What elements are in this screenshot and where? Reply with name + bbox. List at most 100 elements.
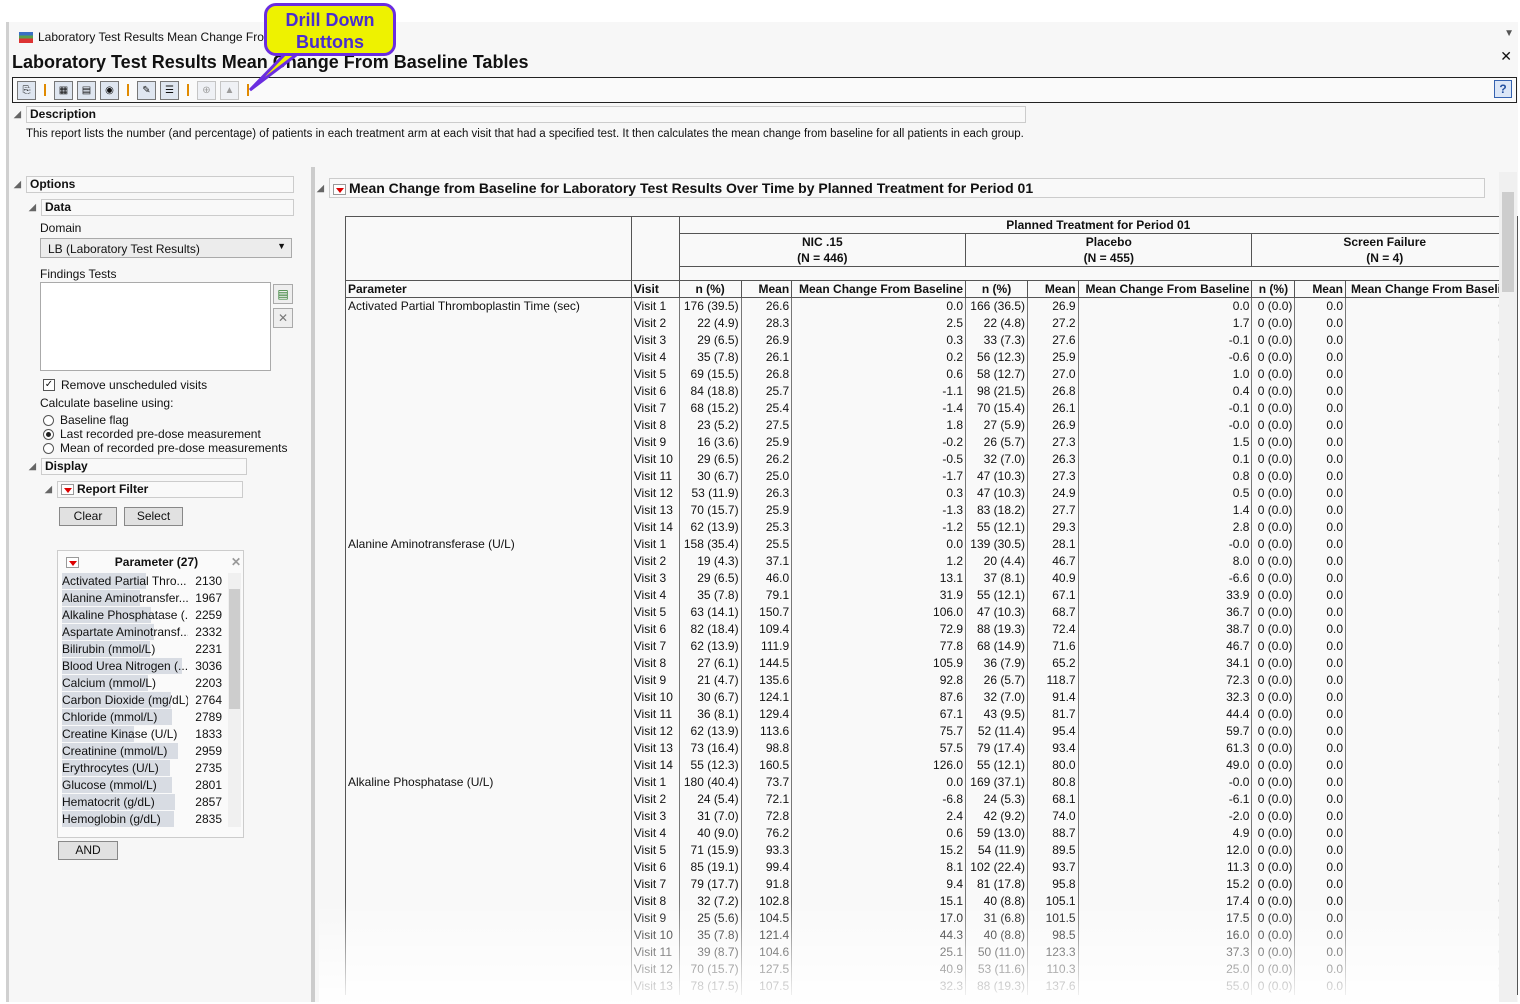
- value-cell: 0.0: [1294, 926, 1346, 944]
- visit-cell: Visit 1: [630, 297, 680, 315]
- clear-button[interactable]: Clear: [59, 507, 117, 526]
- value-cell: 0 (0.0): [1251, 603, 1295, 621]
- chart-view-icon[interactable]: ▤: [77, 80, 96, 100]
- parameter-cell: [345, 790, 632, 808]
- filter-item[interactable]: Activated Partial Thro... 2130: [62, 573, 222, 590]
- value-cell: 20 (4.4): [965, 552, 1028, 570]
- value-cell: 0.0: [1294, 603, 1346, 621]
- add-note-icon[interactable]: ✎: [137, 80, 156, 100]
- close-filter-icon[interactable]: ✕: [231, 555, 241, 569]
- table-row: Alanine Aminotransferase (U/L) Visit 1 158…: [345, 535, 1518, 553]
- remove-unscheduled-checkbox[interactable]: ✓ Remove unscheduled visits: [43, 378, 207, 392]
- help-icon[interactable]: ?: [1494, 80, 1512, 98]
- value-cell: 27.0: [1027, 365, 1079, 383]
- table-row: Visit 11 36 (8.1) 129.4 67.1 43 (9.5) 81.7 44.…: [345, 705, 1518, 723]
- select-button[interactable]: Select: [124, 507, 183, 526]
- remove-test-icon[interactable]: ✕: [273, 308, 293, 328]
- value-cell: 36 (8.1): [678, 705, 742, 723]
- report-window: Laboratory Test Results Mean Change From…: [6, 22, 1519, 1002]
- filter-item[interactable]: Alanine Aminotransfer... 1967: [62, 590, 222, 607]
- value-cell: 0.0: [1345, 773, 1518, 791]
- options-header[interactable]: ◢ Options: [14, 176, 294, 193]
- table-row: Visit 9 21 (4.7) 135.6 92.8 26 (5.7) 118.7 72.…: [345, 671, 1518, 689]
- value-cell: 67.1: [791, 705, 966, 723]
- value-cell: 139 (30.5): [965, 535, 1028, 553]
- value-cell: 0 (0.0): [1251, 365, 1295, 383]
- value-cell: -6.8: [791, 790, 966, 808]
- filter-scrollbar[interactable]: [228, 573, 241, 827]
- red-triangle-menu-icon[interactable]: [66, 556, 79, 568]
- panel-splitter[interactable]: [311, 167, 315, 1002]
- filter-item[interactable]: Blood Urea Nitrogen (... 3036: [62, 658, 222, 675]
- filter-item[interactable]: Aspartate Aminotransf... 2332: [62, 624, 222, 641]
- domain-select[interactable]: LB (Laboratory Test Results) ▼: [40, 238, 292, 258]
- value-cell: 106.0: [791, 603, 966, 621]
- filter-item[interactable]: Alkaline Phosphatase (... 2259: [62, 607, 222, 624]
- window-menu-icon[interactable]: ▼: [1504, 28, 1514, 39]
- value-cell: 0.0: [1294, 331, 1346, 349]
- filter-item[interactable]: Calcium (mmol/L) 2203: [62, 675, 222, 692]
- column-header: Mean Change From Baseline: [791, 280, 967, 298]
- description-header[interactable]: ◢ Description: [14, 106, 1026, 123]
- filter-item-count: 2835: [195, 812, 222, 826]
- report-scrollbar[interactable]: [1499, 172, 1517, 1002]
- display-header[interactable]: ◢ Display: [29, 458, 247, 475]
- add-test-icon[interactable]: ▤: [273, 284, 293, 304]
- red-triangle-menu-icon[interactable]: [333, 183, 346, 195]
- value-cell: 124.1: [740, 688, 792, 706]
- value-cell: 0.3: [791, 331, 966, 349]
- filter-item[interactable]: Chloride (mmol/L) 2789: [62, 709, 222, 726]
- value-cell: 78 (17.5): [678, 977, 742, 995]
- filter-item[interactable]: Erythrocytes (U/L) 2735: [62, 760, 222, 777]
- close-icon[interactable]: ✕: [1500, 48, 1512, 65]
- value-cell: 0.0: [1294, 943, 1346, 961]
- red-triangle-menu-icon[interactable]: [61, 484, 74, 496]
- and-button[interactable]: AND: [58, 841, 118, 860]
- value-cell: 31 (7.0): [678, 807, 742, 825]
- filter-item[interactable]: Creatinine (mmol/L) 2959: [62, 743, 222, 760]
- table-row: Visit 10 35 (7.8) 121.4 44.3 40 (8.8) 98.5 16.…: [345, 926, 1518, 944]
- value-cell: 25.0: [1077, 960, 1252, 978]
- parameter-cell: [345, 654, 632, 672]
- filter-item[interactable]: Bilirubin (mmol/L) 2231: [62, 641, 222, 658]
- value-cell: 62 (13.9): [678, 722, 742, 740]
- export-report-icon[interactable]: ⎘: [17, 80, 36, 100]
- filter-item[interactable]: Carbon Dioxide (mg/dL) 2764: [62, 692, 222, 709]
- table-row: Visit 3 29 (6.5) 46.0 13.1 37 (8.1) 40.9 -6.6 0…: [345, 569, 1518, 587]
- value-cell: 22 (4.8): [965, 314, 1028, 332]
- drill-down-icon[interactable]: ▲: [220, 80, 239, 100]
- value-cell: 0.0: [1294, 739, 1346, 757]
- value-cell: 111.9: [740, 637, 792, 655]
- findings-tests-list[interactable]: [40, 282, 271, 371]
- value-cell: 0.8: [1077, 467, 1252, 485]
- visit-cell: Visit 8: [630, 654, 680, 672]
- value-cell: 29 (6.5): [678, 569, 742, 587]
- value-cell: 0.0: [1294, 433, 1346, 451]
- visit-cell: Visit 6: [630, 620, 680, 638]
- parameter-filter: Parameter (27) ✕ Activated Partial Thro..…: [57, 550, 244, 838]
- mean-predose-radio[interactable]: Mean of recorded pre-dose measurements: [43, 441, 287, 455]
- data-header[interactable]: ◢ Data: [29, 199, 294, 216]
- parameter-cell: [345, 501, 632, 519]
- filter-item-name: Chloride (mmol/L): [62, 710, 158, 724]
- value-cell: 0.0: [1345, 484, 1518, 502]
- parameter-cell: [345, 705, 632, 723]
- new-report-icon[interactable]: ◉: [100, 80, 119, 100]
- value-cell: 0.0: [1294, 858, 1346, 876]
- value-cell: 104.5: [740, 909, 792, 927]
- report-filter-header[interactable]: ◢ Report Filter: [45, 481, 243, 498]
- value-cell: 69 (15.5): [678, 365, 742, 383]
- last-predose-radio[interactable]: Last recorded pre-dose measurement: [43, 427, 261, 441]
- table-view-icon[interactable]: ▦: [54, 80, 73, 100]
- filter-item[interactable]: Glucose (mmol/L) 2801: [62, 777, 222, 794]
- filter-item[interactable]: Hemoglobin (g/dL) 2835: [62, 811, 222, 828]
- visit-cell: Visit 9: [630, 909, 680, 927]
- report-header[interactable]: ◢ Mean Change from Baseline for Laborator…: [317, 178, 1485, 198]
- value-cell: 77.8: [791, 637, 966, 655]
- filter-item[interactable]: Creatine Kinase (U/L) 1833: [62, 726, 222, 743]
- baseline-flag-radio[interactable]: Baseline flag: [43, 413, 129, 427]
- filter-item[interactable]: Hematocrit (g/dL) 2857: [62, 794, 222, 811]
- view-notes-icon[interactable]: ☰: [160, 80, 179, 100]
- subset-filter-icon[interactable]: ⊕: [197, 80, 216, 100]
- value-cell: -6.6: [1077, 569, 1252, 587]
